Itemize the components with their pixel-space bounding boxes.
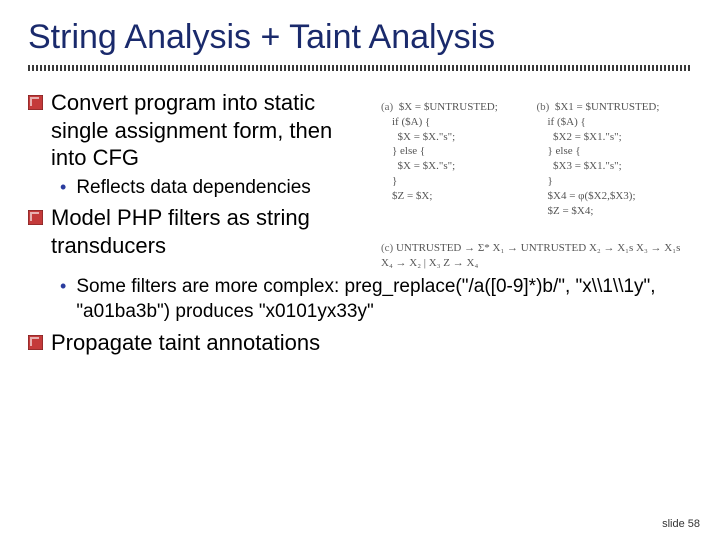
figure-label-b: (b) <box>537 101 550 113</box>
code-line: if ($A) { <box>392 116 430 128</box>
code-line: if ($A) { <box>548 116 586 128</box>
subbullet-text: Some filters are more complex: preg_repl… <box>76 275 672 324</box>
bullet-text: Convert program into static single assig… <box>51 89 373 172</box>
grammar-line: X₃ → X₁s <box>636 242 680 254</box>
grammar-line: UNTRUSTED → Σ* <box>396 242 490 254</box>
code-line: } else { <box>392 145 425 157</box>
square-bullet-icon <box>28 95 43 110</box>
bullet-propagate: Propagate taint annotations <box>28 329 672 357</box>
bullet-text: Propagate taint annotations <box>51 329 320 357</box>
grammar-line: X₄ → X₂ | X₃ <box>381 257 441 269</box>
slide-title: String Analysis + Taint Analysis <box>28 18 692 57</box>
grammar-line: X₂ → X₁s <box>589 242 633 254</box>
grammar-line: X₁ → UNTRUSTED <box>493 242 587 254</box>
code-line: $X4 = φ($X2,$X3); <box>548 190 636 202</box>
code-line: $X3 = $X1."s"; <box>548 160 622 172</box>
code-line: $X1 = $UNTRUSTED; <box>555 101 660 113</box>
figure-label-a: (a) <box>381 101 393 113</box>
code-line: } <box>548 175 553 187</box>
grammar-line: Z → X₄ <box>443 257 478 269</box>
code-line: $X = $X."s"; <box>392 160 455 172</box>
dot-bullet-icon: • <box>60 275 66 298</box>
code-line: $X = $X."s"; <box>392 131 455 143</box>
slide-number: slide 58 <box>662 518 700 530</box>
dot-bullet-icon: • <box>60 176 66 199</box>
bullet-model: Model PHP filters as string transducers <box>28 204 373 259</box>
subbullet-text: Reflects data dependencies <box>76 176 311 201</box>
bullet-convert: Convert program into static single assig… <box>28 89 373 172</box>
square-bullet-icon <box>28 210 43 225</box>
code-figure: (a) $X = $UNTRUSTED; if ($A) { $X = $X."… <box>381 85 692 271</box>
code-line: $Z = $X4; <box>548 205 594 217</box>
code-line: } <box>392 175 397 187</box>
subbullet-reflects: • Reflects data dependencies <box>60 176 373 201</box>
figure-label-c: (c) <box>381 242 393 254</box>
title-divider <box>28 65 692 71</box>
square-bullet-icon <box>28 335 43 350</box>
code-line: $Z = $X; <box>392 190 432 202</box>
code-line: $X = $UNTRUSTED; <box>399 101 498 113</box>
subbullet-filters: • Some filters are more complex: preg_re… <box>60 275 672 324</box>
code-line: } else { <box>548 145 581 157</box>
bullet-text: Model PHP filters as string transducers <box>51 204 373 259</box>
code-line: $X2 = $X1."s"; <box>548 131 622 143</box>
